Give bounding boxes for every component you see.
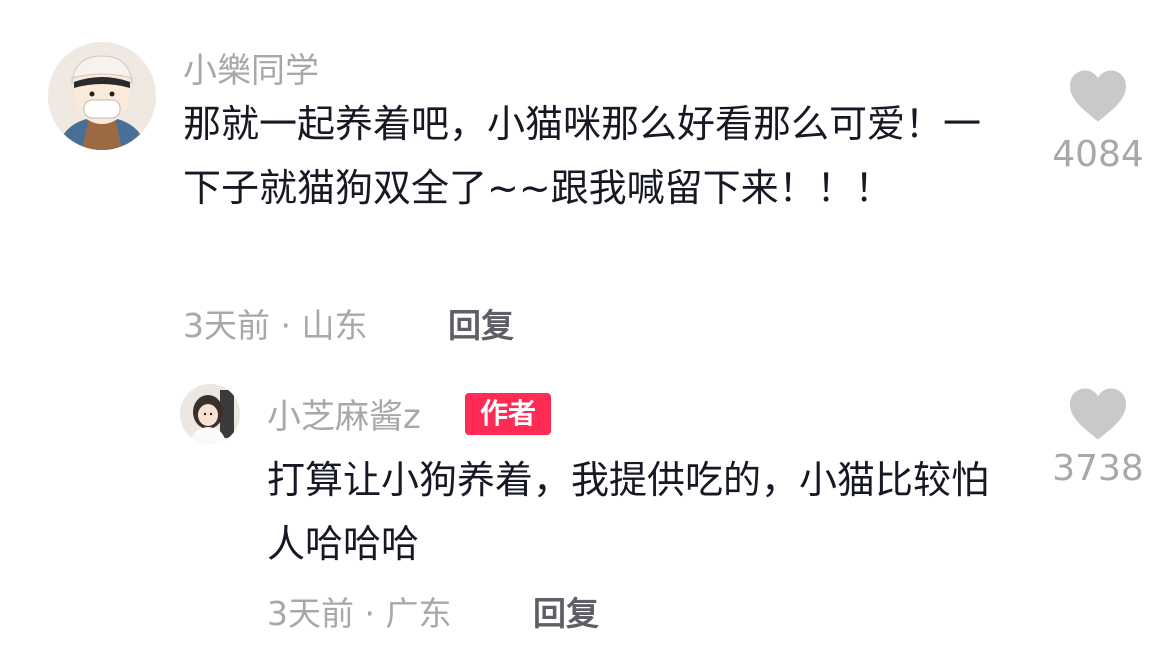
like-button[interactable]: 3738: [1048, 386, 1148, 489]
comment-text: 那就一起养着吧，小猫咪那么好看那么可爱！一下子就猫狗双全了~~跟我喊留下来！！！: [183, 102, 982, 210]
comment-meta: 3天前 · 山东: [183, 306, 368, 345]
reply-button[interactable]: 回复: [448, 299, 514, 347]
author-username[interactable]: 小芝麻酱z: [267, 389, 421, 438]
commenter-username[interactable]: 小樂同学: [183, 43, 319, 92]
author-avatar[interactable]: [180, 384, 240, 444]
like-button[interactable]: 4084: [1048, 68, 1148, 175]
avatar-image: [180, 384, 240, 444]
reply-text: 打算让小狗养着，我提供吃的，小猫比较怕人哈哈哈: [267, 458, 990, 566]
heart-icon: [1070, 388, 1126, 440]
avatar-image: [48, 42, 156, 150]
like-count: 4084: [1052, 134, 1144, 175]
reply-button[interactable]: 回复: [533, 587, 599, 635]
reply-meta: 3天前 · 广东: [267, 594, 452, 633]
commenter-avatar[interactable]: [48, 42, 156, 150]
heart-icon: [1070, 70, 1126, 122]
like-count: 3738: [1052, 448, 1144, 489]
author-badge: 作者: [465, 393, 551, 435]
